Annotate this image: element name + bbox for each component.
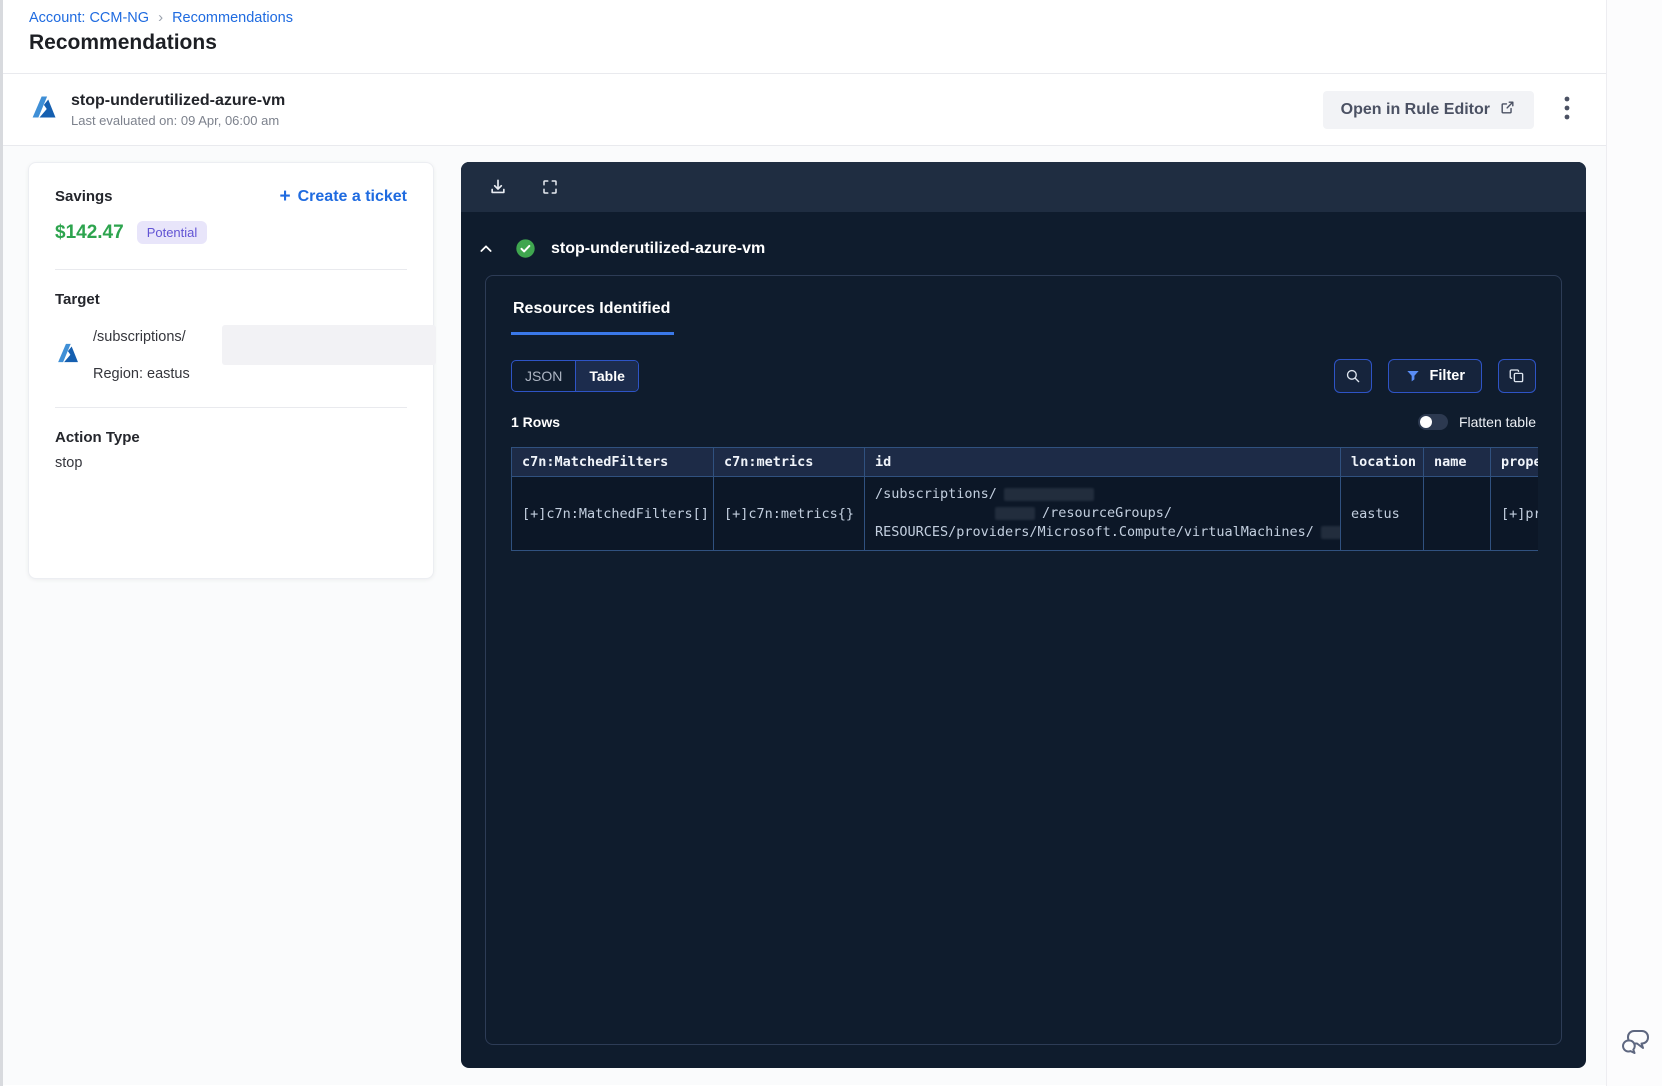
recommendation-name: stop-underutilized-azure-vm [71, 91, 286, 109]
column-header-metrics: c7n:metrics [713, 447, 865, 477]
column-header-matched-filters: c7n:MatchedFilters [511, 447, 714, 477]
plus-icon: + [279, 186, 291, 207]
page-title: Recommendations [29, 31, 217, 54]
azure-logo-icon [55, 340, 81, 371]
redacted-text [222, 325, 436, 365]
breadcrumb-account-link[interactable]: Account: CCM-NG [29, 10, 149, 26]
copy-icon[interactable] [1498, 359, 1536, 393]
row-count: 1 Rows [511, 414, 561, 430]
collapse-chevron-icon[interactable] [478, 241, 494, 257]
column-header-location: location [1340, 447, 1424, 477]
recommendation-last-evaluated: Last evaluated on: 09 Apr, 06:00 am [71, 112, 280, 128]
table-actions: Filter [1333, 359, 1536, 393]
filter-label: Filter [1429, 368, 1465, 384]
savings-card: Savings + Create a ticket $142.47 Potent… [28, 162, 436, 579]
card-divider [55, 407, 407, 408]
filter-button[interactable]: Filter [1387, 359, 1482, 393]
cell-properties-expander[interactable]: [+]properties{} [1490, 476, 1538, 551]
open-rule-editor-label: Open in Rule Editor [1340, 100, 1490, 118]
action-type-value: stop [55, 455, 83, 471]
open-rule-editor-button[interactable]: Open in Rule Editor [1322, 90, 1534, 129]
savings-amount: $142.47 [55, 221, 124, 243]
tab-resources-identified[interactable]: Resources Identified [511, 300, 675, 335]
redacted-text [1003, 487, 1094, 501]
cell-metrics-expander[interactable]: [+]c7n:metrics{} [713, 476, 865, 551]
azure-logo-icon [29, 92, 59, 127]
recommendation-header: stop-underutilized-azure-vm Last evaluat… [3, 74, 1606, 146]
cell-name [1423, 476, 1491, 551]
column-header-id: id [864, 447, 1341, 477]
main-area: Savings + Create a ticket $142.47 Potent… [3, 146, 1606, 1085]
create-ticket-button[interactable]: + Create a ticket [280, 187, 408, 206]
target-row: /subscriptions/ Region: eastus [55, 325, 436, 382]
table-row: [+]c7n:MatchedFilters[] [+]c7n:metrics{}… [511, 476, 1538, 551]
recommendation-identity: stop-underutilized-azure-vm Last evaluat… [29, 92, 285, 128]
results-panel: stop-underutilized-azure-vm Resources Id… [461, 162, 1586, 1068]
flatten-table-toggle[interactable] [1417, 414, 1448, 430]
view-mode-toggle: JSON Table [511, 360, 639, 392]
create-ticket-label: Create a ticket [297, 187, 407, 205]
breadcrumb-recommendations-link[interactable]: Recommendations [172, 10, 293, 26]
card-divider [55, 269, 407, 270]
resources-table: c7n:MatchedFilters c7n:metrics id locati… [511, 447, 1538, 551]
external-link-icon [1499, 99, 1516, 121]
kebab-menu-icon[interactable] [1558, 91, 1576, 128]
success-check-icon [515, 238, 536, 259]
view-controls-row: JSON Table Filter [511, 359, 1536, 393]
column-header-properties: properties [1490, 447, 1538, 477]
target-path: /subscriptions/ [93, 329, 186, 345]
breadcrumb-separator-icon: › [158, 9, 164, 26]
flatten-table-label: Flatten table [1458, 414, 1536, 430]
download-icon[interactable] [488, 177, 508, 197]
redacted-text [1320, 525, 1340, 539]
action-type-label: Action Type [55, 429, 140, 446]
resources-identified-panel: Resources Identified JSON Table Filter 1… [485, 275, 1562, 1045]
results-toolbar [461, 162, 1586, 212]
results-panel-title: stop-underutilized-azure-vm [551, 239, 766, 257]
view-toggle-json[interactable]: JSON [512, 361, 575, 391]
savings-label: Savings [55, 188, 113, 205]
fullscreen-icon[interactable] [541, 178, 559, 196]
results-title-row: stop-underutilized-azure-vm [461, 212, 1586, 259]
chat-icon[interactable] [1617, 1024, 1653, 1060]
search-icon[interactable] [1333, 359, 1372, 393]
cell-location: eastus [1340, 476, 1424, 551]
view-toggle-table[interactable]: Table [575, 361, 638, 391]
resources-table-container: c7n:MatchedFilters c7n:metrics id locati… [511, 447, 1538, 551]
right-rail [1606, 0, 1662, 1086]
column-header-name: name [1423, 447, 1491, 477]
page-content: Account: CCM-NG › Recommendations Recomm… [3, 0, 1606, 1086]
tabs-row: Resources Identified [511, 300, 1536, 335]
table-header-row: c7n:MatchedFilters c7n:metrics id locati… [511, 447, 1538, 477]
target-label: Target [55, 291, 100, 308]
filter-icon [1405, 368, 1421, 384]
cell-id: /subscriptions/ /resourceGroups/ RESOURC… [864, 476, 1341, 551]
target-region: Region: eastus [93, 366, 190, 382]
potential-badge: Potential [136, 221, 208, 244]
redacted-text [995, 506, 1035, 520]
breadcrumb: Account: CCM-NG › Recommendations [29, 9, 1606, 26]
top-header: Account: CCM-NG › Recommendations Recomm… [3, 0, 1606, 74]
table-meta-row: 1 Rows Flatten table [511, 414, 1536, 430]
cell-matched-filters-expander[interactable]: [+]c7n:MatchedFilters[] [511, 476, 714, 551]
